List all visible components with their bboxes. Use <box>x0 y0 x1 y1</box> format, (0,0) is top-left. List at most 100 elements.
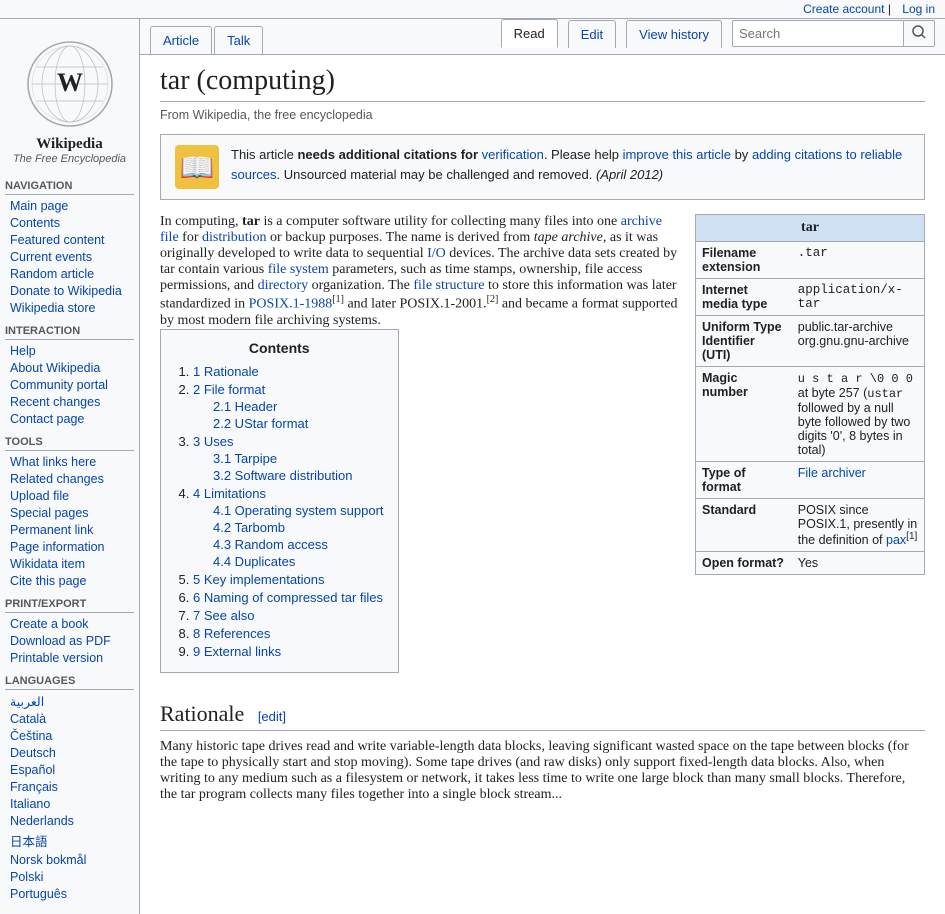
list-item: 4 Limitations 4.1 Operating system suppo… <box>193 486 384 569</box>
table-row: Filename extension .tar <box>696 242 924 279</box>
article-with-infobox: tar Filename extension .tar Internet med… <box>160 214 925 803</box>
toc-link-seealso[interactable]: 7 See also <box>193 608 254 623</box>
sidebar-item-lang-ja[interactable]: 日本語 <box>10 835 48 849</box>
wiki-name: Wikipedia <box>5 136 134 153</box>
sidebar-item-contents[interactable]: Contents <box>10 216 60 230</box>
sidebar-item-special[interactable]: Special pages <box>10 506 89 520</box>
verification-link[interactable]: verification <box>482 147 544 162</box>
distribution-link[interactable]: distribution <box>202 230 267 245</box>
toc-link-randomaccess[interactable]: 4.3 Random access <box>213 537 328 552</box>
sidebar-item-community[interactable]: Community portal <box>10 378 108 392</box>
page-subtitle: From Wikipedia, the free encyclopedia <box>160 108 925 122</box>
infobox-label: Open format? <box>696 552 792 575</box>
sidebar-item-random[interactable]: Random article <box>10 267 94 281</box>
improve-article-link[interactable]: improve this article <box>623 147 731 162</box>
io-link[interactable]: I/O <box>427 246 446 261</box>
toc-link-tarbomb[interactable]: 4.2 Tarbomb <box>213 520 285 535</box>
toc-link-duplicates[interactable]: 4.4 Duplicates <box>213 554 295 569</box>
sidebar-item-permanent[interactable]: Permanent link <box>10 523 93 537</box>
toc-link-ustar[interactable]: 2.2 UStar format <box>213 416 308 431</box>
sidebar-item-wikidata[interactable]: Wikidata item <box>10 557 85 571</box>
directory-link[interactable]: directory <box>258 278 309 293</box>
tab-view-history[interactable]: View history <box>626 20 722 48</box>
sidebar-item-lang-pl[interactable]: Polski <box>10 870 43 884</box>
list-item: 9 External links <box>193 644 384 659</box>
sidebar-item-help[interactable]: Help <box>10 344 36 358</box>
sidebar-item-lang-it[interactable]: Italiano <box>10 797 50 811</box>
sidebar-item-contact[interactable]: Contact page <box>10 412 84 426</box>
search-input[interactable] <box>733 22 903 45</box>
sidebar-item-donate[interactable]: Donate to Wikipedia <box>10 284 122 298</box>
sidebar-item-related-changes[interactable]: Related changes <box>10 472 104 486</box>
sidebar-item-about[interactable]: About Wikipedia <box>10 361 100 375</box>
toc-link-ossupport[interactable]: 4.1 Operating system support <box>213 503 384 518</box>
list-item: 5 Key implementations <box>193 572 384 587</box>
sidebar-item-recent[interactable]: Recent changes <box>10 395 100 409</box>
sidebar-item-lang-nb[interactable]: Norsk bokmål <box>10 853 86 867</box>
infobox-title: tar <box>696 215 924 241</box>
sidebar-item-upload[interactable]: Upload file <box>10 489 69 503</box>
log-in-link[interactable]: Log in <box>902 2 935 16</box>
toc-link-uses[interactable]: 3 Uses <box>193 434 233 449</box>
search-box <box>732 20 935 47</box>
tools-heading: Tools <box>5 436 134 451</box>
logo-area: W Wikipedia The Free Encyclopedia <box>0 29 139 170</box>
filesystem-link[interactable]: file system <box>268 262 329 277</box>
list-item: 3.2 Software distribution <box>213 468 384 483</box>
infobox: tar Filename extension .tar Internet med… <box>695 214 925 575</box>
tab-read[interactable]: Read <box>501 19 558 48</box>
list-item: 2.1 Header <box>213 399 384 414</box>
rationale-edit-link[interactable]: [edit] <box>258 709 286 724</box>
infobox-label: Type of format <box>696 462 792 499</box>
toc-link-externallinks[interactable]: 9 External links <box>193 644 281 659</box>
search-button[interactable] <box>903 21 934 46</box>
sidebar: W Wikipedia The Free Encyclopedia Naviga… <box>0 19 140 914</box>
toc-link-tarpipe[interactable]: 3.1 Tarpipe <box>213 451 277 466</box>
tab-article[interactable]: Article <box>150 26 212 54</box>
tab-talk[interactable]: Talk <box>214 26 263 54</box>
sidebar-item-create-book[interactable]: Create a book <box>10 617 89 631</box>
pax-link[interactable]: pax <box>886 533 906 547</box>
toc-link-references[interactable]: 8 References <box>193 626 270 641</box>
toc-link-softwaredist[interactable]: 3.2 Software distribution <box>213 468 352 483</box>
sidebar-item-cite[interactable]: Cite this page <box>10 574 86 588</box>
toc-link-implementations[interactable]: 5 Key implementations <box>193 572 325 587</box>
sidebar-item-lang-nl[interactable]: Nederlands <box>10 814 74 828</box>
sidebar-item-lang-cs[interactable]: Čeština <box>10 729 52 743</box>
infobox-label: Filename extension <box>696 242 792 279</box>
sidebar-item-current-events[interactable]: Current events <box>10 250 92 264</box>
sidebar-item-lang-pt[interactable]: Português <box>10 887 67 901</box>
sidebar-item-lang-ar[interactable]: العربية <box>10 695 44 709</box>
tools-section: Tools What links here Related changes Up… <box>0 436 139 588</box>
file-structure-link[interactable]: file structure <box>413 278 484 293</box>
posix-link[interactable]: POSIX.1-1988 <box>249 297 333 312</box>
sidebar-item-store[interactable]: Wikipedia store <box>10 301 95 315</box>
toc-link-naming[interactable]: 6 Naming of compressed tar files <box>193 590 383 605</box>
sidebar-item-lang-de[interactable]: Deutsch <box>10 746 56 760</box>
sidebar-item-printable[interactable]: Printable version <box>10 651 103 665</box>
page-content: tar (computing) From Wikipedia, the free… <box>140 55 945 823</box>
sidebar-item-download-pdf[interactable]: Download as PDF <box>10 634 111 648</box>
toc-title: Contents <box>175 340 384 356</box>
create-account-link[interactable]: Create account <box>803 2 884 16</box>
sidebar-item-page-info[interactable]: Page information <box>10 540 105 554</box>
toc-link-rationale[interactable]: 1 Rationale <box>193 364 259 379</box>
sidebar-item-featured[interactable]: Featured content <box>10 233 105 247</box>
sidebar-item-main-page[interactable]: Main page <box>10 199 68 213</box>
toc-link-limitations[interactable]: 4 Limitations <box>193 486 266 501</box>
interaction-heading: Interaction <box>5 325 134 340</box>
toc-link-fileformat[interactable]: 2 File format <box>193 382 265 397</box>
print-list: Create a book Download as PDF Printable … <box>5 617 134 665</box>
toc-box: Contents 1 Rationale 2 File format 2.1 H… <box>160 329 399 673</box>
toc-sub-list: 2.1 Header 2.2 UStar format <box>193 399 384 431</box>
infobox-table: Filename extension .tar Internet media t… <box>696 241 924 574</box>
file-archiver-link[interactable]: File archiver <box>798 466 866 480</box>
tab-edit[interactable]: Edit <box>568 20 616 48</box>
sidebar-item-lang-fr[interactable]: Français <box>10 780 58 794</box>
wikipedia-logo: W <box>25 39 115 129</box>
toc-link-header[interactable]: 2.1 Header <box>213 399 277 414</box>
sidebar-item-lang-ca[interactable]: Català <box>10 712 46 726</box>
sidebar-item-whatlinks[interactable]: What links here <box>10 455 96 469</box>
table-row: Standard POSIX since POSIX.1, presently … <box>696 499 924 552</box>
sidebar-item-lang-es[interactable]: Español <box>10 763 55 777</box>
